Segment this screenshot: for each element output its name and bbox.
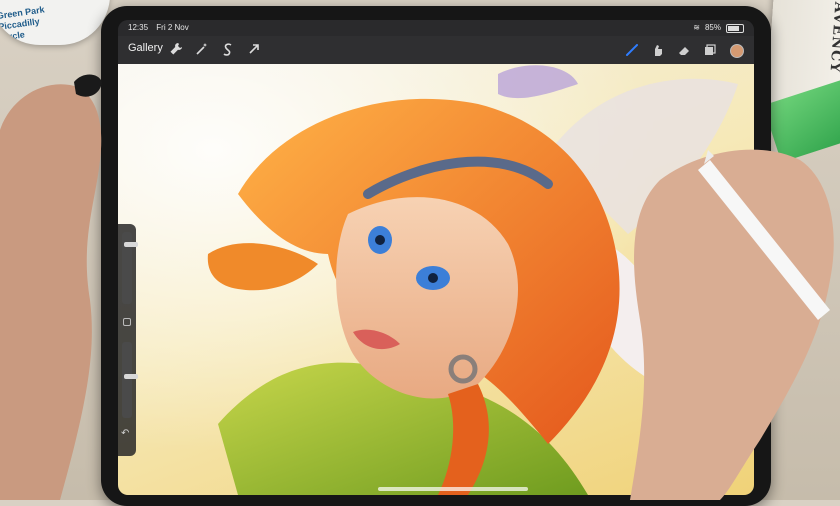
- brush-opacity-thumb[interactable]: [124, 374, 138, 379]
- brush-size-thumb[interactable]: [124, 242, 138, 247]
- left-hand: [0, 74, 102, 500]
- gallery-button[interactable]: Gallery: [128, 42, 163, 54]
- eraser-icon[interactable]: [676, 42, 692, 58]
- modify-button[interactable]: [123, 318, 131, 326]
- brush-sidebar: ↶: [118, 224, 138, 456]
- layers-icon[interactable]: [702, 42, 718, 58]
- status-bar: 12:35 Fri 2 Nov ≋ 85%: [118, 20, 754, 36]
- status-time: 12:35: [128, 23, 149, 32]
- coffee-mug: Green Park Piccadilly Circle: [0, 0, 110, 45]
- mug-print: Green Park Piccadilly Circle: [0, 4, 46, 43]
- battery-percent: 85%: [704, 23, 721, 32]
- brush-opacity-slider[interactable]: [122, 342, 138, 418]
- battery-icon: [726, 23, 744, 33]
- book-spine-title: AVENCY: [826, 1, 840, 74]
- actions-wrench-icon[interactable]: [168, 42, 184, 58]
- fingernail: [74, 74, 102, 97]
- smudge-icon[interactable]: [650, 42, 666, 58]
- status-date: Fri 2 Nov: [156, 23, 189, 32]
- selection-s-icon[interactable]: [220, 42, 236, 58]
- color-picker-button[interactable]: [730, 44, 744, 58]
- home-indicator: [378, 487, 528, 491]
- adjustments-wand-icon[interactable]: [194, 42, 210, 58]
- brush-size-slider[interactable]: [122, 232, 138, 304]
- right-hand-with-pencil: [630, 149, 834, 500]
- undo-icon[interactable]: ↶: [121, 428, 129, 439]
- procreate-toolbar: Gallery: [118, 36, 754, 65]
- brush-icon[interactable]: [624, 42, 640, 58]
- wifi-icon: ≋: [693, 23, 700, 32]
- transform-arrow-icon[interactable]: [246, 42, 262, 58]
